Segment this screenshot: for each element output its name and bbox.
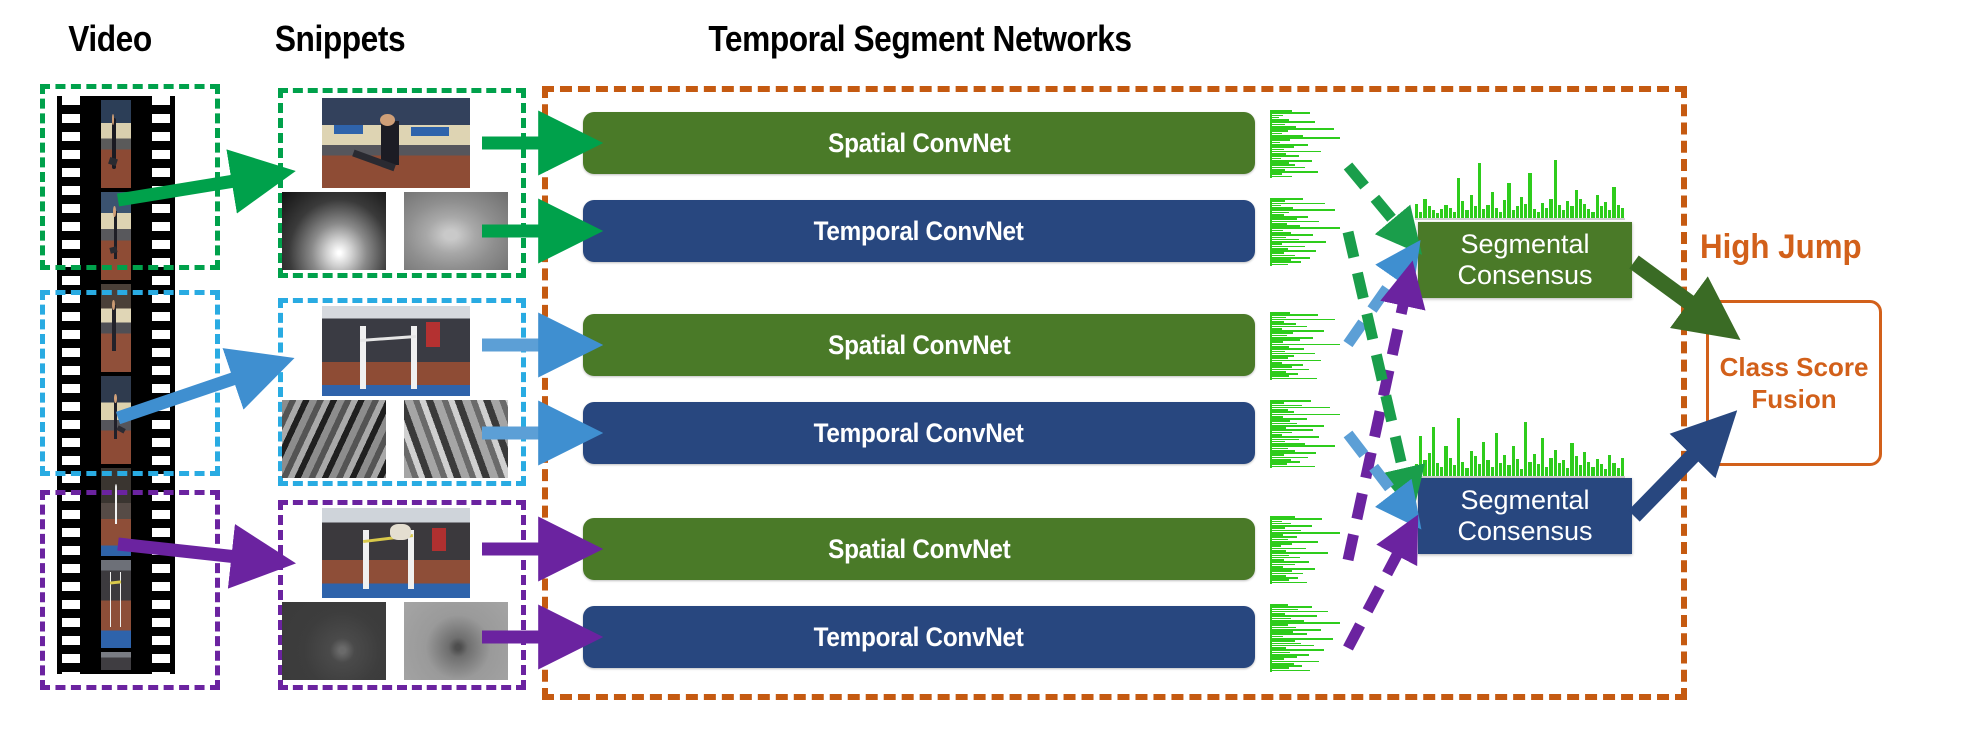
consensus-histogram-spatial: [1415, 160, 1625, 220]
snippet-flow-y: [404, 400, 508, 478]
segmental-consensus-spatial[interactable]: Segmental Consensus: [1418, 222, 1632, 298]
page-title-tsn: Temporal Segment Networks: [708, 18, 1132, 59]
snippet-rgb-frame: [322, 306, 470, 396]
page-title-video: Video: [68, 18, 152, 59]
temporal-convnet-green[interactable]: Temporal ConvNet: [583, 200, 1255, 262]
temporal-convnet-label: Temporal ConvNet: [814, 417, 1024, 448]
score-histogram-purple-spatial: [1270, 516, 1340, 584]
spatial-convnet-purple[interactable]: Spatial ConvNet: [583, 518, 1255, 580]
snippet-rgb-frame: [322, 98, 470, 188]
video-segment-box-purple[interactable]: [40, 490, 220, 690]
snippet-rgb-frame: [322, 508, 470, 598]
snippet-flow-x: [282, 602, 386, 680]
score-histogram-purple-temporal: [1270, 604, 1340, 672]
page-title-snippets: Snippets: [274, 18, 406, 59]
fusion-label-line2: Fusion: [1751, 384, 1837, 414]
spatial-convnet-label: Spatial ConvNet: [827, 127, 1011, 158]
video-segment-box-blue[interactable]: [40, 290, 220, 476]
score-histogram-blue-spatial: [1270, 312, 1340, 380]
consensus-label-line1: Segmental: [1460, 485, 1590, 515]
snippet-flow-y: [404, 192, 508, 270]
class-score-fusion-box[interactable]: Class Score Fusion: [1706, 300, 1882, 466]
spatial-convnet-label: Spatial ConvNet: [827, 329, 1011, 360]
score-histogram-green-temporal: [1270, 198, 1340, 266]
fusion-label-line1: Class Score: [1719, 352, 1869, 382]
consensus-label-line1: Segmental: [1460, 229, 1590, 259]
temporal-convnet-purple[interactable]: Temporal ConvNet: [583, 606, 1255, 668]
consensus-label-line2: Consensus: [1457, 516, 1593, 546]
predicted-class-label: High Jump: [1700, 228, 1862, 266]
segmental-consensus-temporal[interactable]: Segmental Consensus: [1418, 478, 1632, 554]
spatial-convnet-label: Spatial ConvNet: [827, 533, 1011, 564]
temporal-convnet-label: Temporal ConvNet: [814, 215, 1024, 246]
score-histogram-green-spatial: [1270, 110, 1340, 178]
snippet-flow-x: [282, 400, 386, 478]
temporal-convnet-label: Temporal ConvNet: [814, 621, 1024, 652]
spatial-convnet-blue[interactable]: Spatial ConvNet: [583, 314, 1255, 376]
snippet-flow-y: [404, 602, 508, 680]
spatial-convnet-green[interactable]: Spatial ConvNet: [583, 112, 1255, 174]
consensus-histogram-temporal: [1415, 418, 1625, 478]
consensus-label-line2: Consensus: [1457, 260, 1593, 290]
snippet-flow-x: [282, 192, 386, 270]
score-histogram-blue-temporal: [1270, 400, 1340, 468]
temporal-convnet-blue[interactable]: Temporal ConvNet: [583, 402, 1255, 464]
video-segment-box-green[interactable]: [40, 84, 220, 270]
